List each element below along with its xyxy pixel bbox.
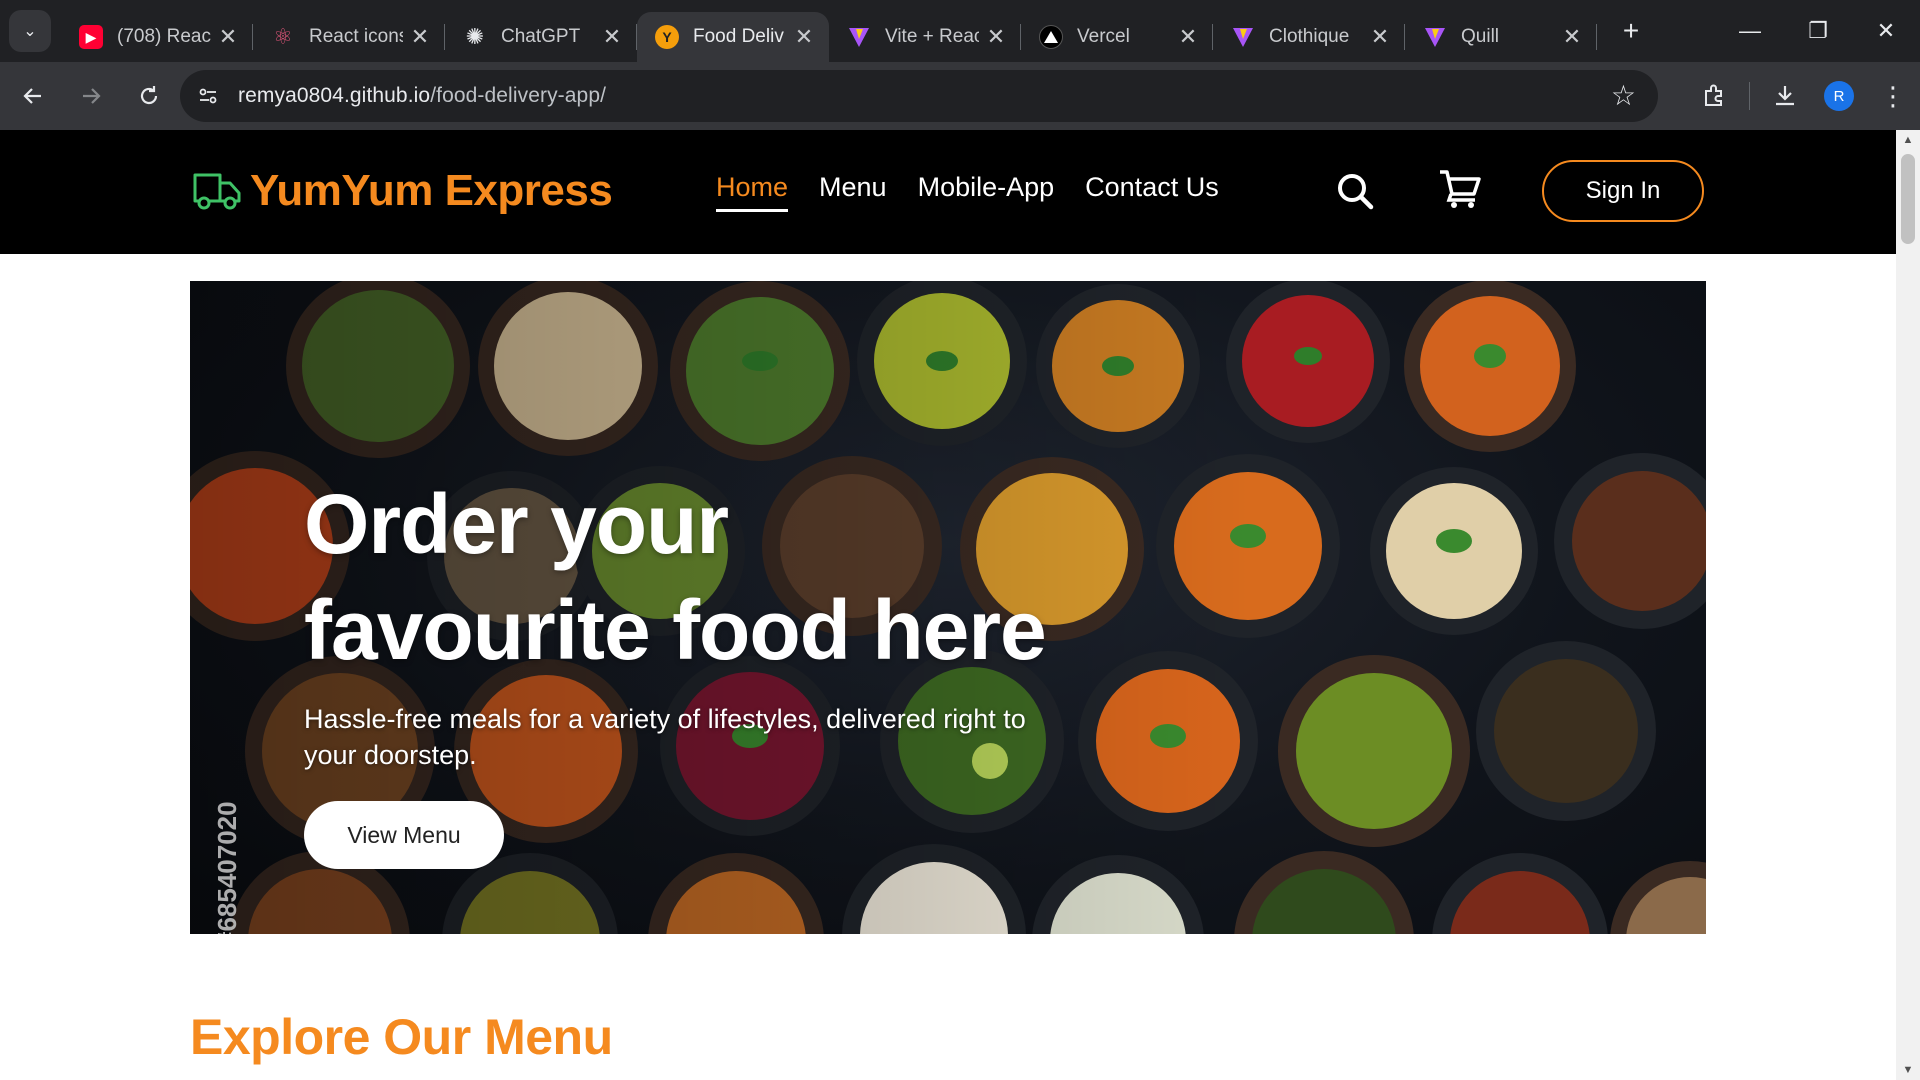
explore-menu-heading: Explore Our Menu	[190, 1009, 613, 1065]
vite-icon	[847, 25, 871, 49]
browser-toolbar: remya0804.github.io/food-delivery-app/ ☆…	[0, 62, 1920, 130]
youtube-icon: ▶	[79, 25, 103, 49]
profile-avatar[interactable]: R	[1824, 81, 1854, 111]
tab-title: React icons	[309, 26, 403, 47]
url-host: remya0804.github.io	[238, 84, 431, 107]
tab-title: Food Deliv	[693, 26, 784, 47]
brand-name: YumYum Express	[250, 166, 613, 215]
tab-title: Vite + React	[885, 26, 979, 47]
tab-vite-react[interactable]: Vite + React ✕	[829, 12, 1021, 62]
close-icon[interactable]: ✕	[217, 24, 239, 50]
view-menu-button[interactable]: View Menu	[304, 801, 504, 869]
nav-mobile-app[interactable]: Mobile-App	[918, 172, 1055, 212]
sign-in-button[interactable]: Sign In	[1542, 160, 1704, 222]
close-icon[interactable]: ✕	[985, 24, 1007, 50]
restore-button[interactable]: ❐	[1784, 0, 1852, 62]
address-bar[interactable]: remya0804.github.io/food-delivery-app/ ☆	[180, 70, 1658, 122]
arrow-left-icon	[23, 88, 41, 104]
close-icon[interactable]: ✕	[409, 24, 431, 50]
tab-search-button[interactable]: ⌄	[9, 10, 51, 52]
delivery-truck-icon	[193, 173, 241, 210]
openai-icon: ✺	[465, 24, 485, 49]
extensions-icon[interactable]	[1687, 69, 1741, 123]
tab-title: Clothique	[1269, 26, 1350, 47]
url-path: /food-delivery-app/	[430, 84, 607, 107]
hero-title: Order your favourite food here	[304, 477, 1047, 677]
react-icon: ⚛	[273, 24, 293, 49]
more-vert-icon[interactable]: ⋮	[1866, 69, 1920, 123]
nav-contact-us[interactable]: Contact Us	[1085, 172, 1219, 212]
nav-menu[interactable]: Menu	[819, 172, 887, 212]
close-icon[interactable]: ✕	[1561, 24, 1583, 50]
close-icon[interactable]: ✕	[1369, 24, 1391, 50]
arrow-right-icon	[83, 88, 101, 104]
reload-icon	[140, 86, 158, 105]
browser-tab-strip: ⌄ ▶ (708) React ✕ ⚛ React icons ✕ ✺ Chat…	[0, 0, 1920, 62]
search-icon[interactable]	[1334, 170, 1376, 217]
forward-button[interactable]	[66, 71, 116, 121]
back-button[interactable]	[8, 71, 58, 121]
tab-title: Quill	[1461, 26, 1500, 47]
page-viewport: YumYum Express Home Menu Mobile-App Cont…	[0, 130, 1896, 1080]
reload-button[interactable]	[124, 71, 174, 121]
chevron-down-icon: ⌄	[23, 23, 37, 40]
close-icon[interactable]: ✕	[601, 24, 623, 50]
close-icon[interactable]: ✕	[793, 24, 815, 50]
tab-title: ChatGPT	[501, 26, 581, 47]
window-controls: — ❐ ✕	[1716, 0, 1920, 62]
tab-react-icons[interactable]: ⚛ React icons ✕	[253, 12, 445, 62]
tab-chatgpt[interactable]: ✺ ChatGPT ✕	[445, 12, 637, 62]
close-icon[interactable]: ✕	[1177, 24, 1199, 50]
site-logo[interactable]: YumYum Express	[192, 166, 613, 216]
y-icon: Y	[655, 25, 679, 49]
page-scrollbar[interactable]: ▲ ▼	[1896, 130, 1920, 1080]
site-navbar: YumYum Express Home Menu Mobile-App Cont…	[0, 130, 1896, 254]
tab-clothique[interactable]: Clothique ✕	[1213, 12, 1405, 62]
new-tab-button[interactable]: +	[1611, 15, 1651, 47]
bookmark-star-icon[interactable]: ☆	[1611, 80, 1636, 112]
vercel-icon	[1039, 25, 1063, 49]
hero-banner: Order your favourite food here Hassle-fr…	[190, 281, 1706, 934]
scroll-down-icon[interactable]: ▼	[1896, 1064, 1920, 1076]
cart-icon[interactable]	[1438, 168, 1482, 215]
toolbar-actions: R ⋮	[1687, 62, 1920, 130]
tab-food-delivery[interactable]: Y Food Deliv ✕	[637, 12, 829, 62]
minimize-button[interactable]: —	[1716, 0, 1784, 62]
hero-subtitle: Hassle-free meals for a variety of lifes…	[304, 704, 1026, 770]
url-text: remya0804.github.io/food-delivery-app/	[238, 84, 606, 108]
tab-quill[interactable]: Quill ✕	[1405, 12, 1597, 62]
stock-watermark: #685407020	[212, 801, 242, 934]
scroll-up-icon[interactable]: ▲	[1896, 134, 1920, 146]
tab-title: (708) React	[117, 26, 211, 47]
scrollbar-thumb[interactable]	[1901, 154, 1915, 244]
vite-icon	[1231, 25, 1255, 49]
tab-vercel[interactable]: Vercel ✕	[1021, 12, 1213, 62]
site-info-icon[interactable]	[188, 76, 228, 116]
main-menu: Home Menu Mobile-App Contact Us	[716, 172, 1250, 212]
tab-list: ▶ (708) React ✕ ⚛ React icons ✕ ✺ ChatGP…	[61, 0, 1651, 62]
close-window-button[interactable]: ✕	[1852, 0, 1920, 62]
tab-youtube[interactable]: ▶ (708) React ✕	[61, 12, 253, 62]
nav-home[interactable]: Home	[716, 172, 789, 212]
vite-icon	[1423, 25, 1447, 49]
tab-title: Vercel	[1077, 26, 1130, 47]
download-icon[interactable]	[1758, 69, 1812, 123]
